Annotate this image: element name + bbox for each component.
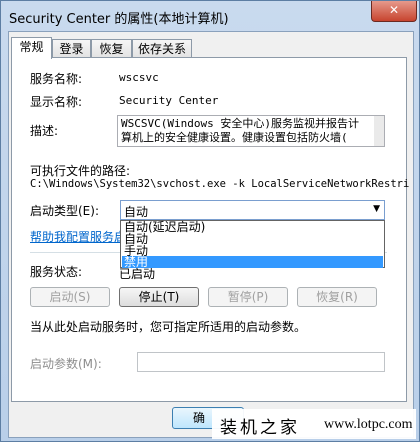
service-status-label: 服务状态: — [30, 265, 83, 279]
close-button[interactable]: ✕ — [371, 1, 417, 22]
watermark-url: www.lotpc.com — [324, 417, 413, 432]
watermark-text: 装机之家 — [220, 418, 300, 438]
service-name-label: 服务名称: — [30, 72, 83, 86]
option-auto[interactable]: 自动 — [122, 233, 383, 245]
tab-dependencies[interactable]: 依存关系 — [132, 39, 192, 57]
option-auto-delayed[interactable]: 自动(延迟启动) — [122, 221, 383, 233]
path-label: 可执行文件的路径: — [30, 164, 131, 178]
chevron-down-icon[interactable]: ▼ — [373, 204, 380, 214]
description-line-2: 算机上的安全健康设置。健康设置包括防火墙( — [121, 131, 348, 144]
service-name-value: wscsvc — [119, 71, 159, 84]
display-name-label: 显示名称: — [30, 95, 83, 109]
description-label: 描述: — [30, 124, 59, 138]
display-name-value: Security Center — [119, 94, 219, 107]
title-bar[interactable]: Security Center 的属性(本地计算机) ✕ — [1, 1, 419, 31]
startup-type-select[interactable]: 自动 ▼ — [120, 200, 385, 220]
startup-type-value: 自动 — [124, 205, 149, 219]
stop-button[interactable]: 停止(T) — [119, 287, 199, 307]
description-line-1: WSCSVC(Windows 安全中心)服务监视并报告计 — [121, 117, 359, 130]
start-params-hint: 当从此处启动服务时，您可指定所适用的启动参数。 — [30, 320, 307, 334]
watermark: 装机之家 www.lotpc.com — [212, 409, 416, 439]
path-value: C:\Windows\System32\svchost.exe -k Local… — [30, 178, 410, 190]
startup-type-label: 启动类型(E): — [30, 204, 99, 218]
description-scrollbar[interactable] — [374, 116, 384, 146]
tab-recovery[interactable]: 恢复 — [91, 39, 132, 57]
help-configure-link[interactable]: 帮助我配置服务启 — [30, 228, 126, 245]
start-button[interactable]: 启动(S) — [30, 287, 110, 307]
option-disabled[interactable]: 禁用 — [122, 256, 383, 268]
start-params-label: 启动参数(M): — [30, 357, 102, 371]
tab-general[interactable]: 常规 — [11, 37, 52, 59]
startup-type-dropdown: 自动(延迟启动) 自动 手动 禁用 — [120, 220, 385, 268]
window-title: Security Center 的属性(本地计算机) — [9, 12, 229, 27]
description-box[interactable]: WSCSVC(Windows 安全中心)服务监视并报告计 算机上的安全健康设置。… — [117, 115, 385, 147]
pause-button[interactable]: 暂停(P) — [208, 287, 288, 307]
tab-logon[interactable]: 登录 — [52, 39, 91, 57]
start-params-input[interactable] — [137, 352, 385, 372]
resume-button[interactable]: 恢复(R) — [297, 287, 377, 307]
